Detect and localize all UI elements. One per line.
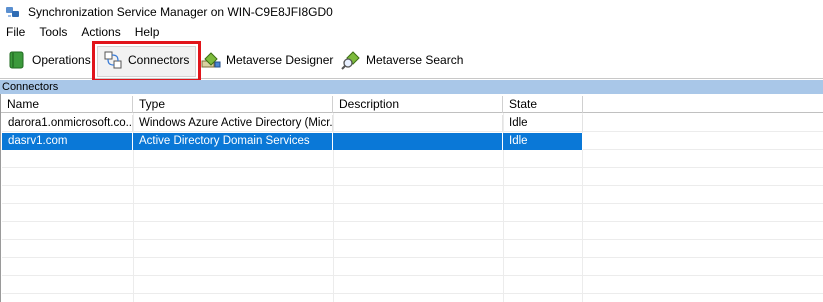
column-header-type[interactable]: Type bbox=[133, 96, 333, 113]
column-header-name[interactable]: Name bbox=[1, 96, 133, 113]
cell-type: Windows Azure Active Directory (Micr... bbox=[133, 115, 333, 132]
metaverse-search-button[interactable]: Metaverse Search bbox=[341, 48, 463, 72]
title-bar: Synchronization Service Manager on WIN-C… bbox=[0, 0, 823, 23]
window-title: Synchronization Service Manager on WIN-C… bbox=[28, 4, 333, 19]
operations-button[interactable]: Operations bbox=[7, 48, 91, 72]
cell-name: dasrv1.com bbox=[2, 133, 133, 150]
cell-description bbox=[333, 115, 503, 132]
menu-help[interactable]: Help bbox=[128, 23, 167, 41]
column-header-description[interactable]: Description bbox=[333, 96, 503, 113]
cell-description bbox=[333, 133, 503, 150]
metaverse-designer-button[interactable]: Metaverse Designer bbox=[201, 48, 333, 72]
connectors-section-header: Connectors bbox=[0, 80, 823, 94]
grid-row-line bbox=[2, 167, 823, 168]
grid-row-line bbox=[2, 185, 823, 186]
cell-state: Idle bbox=[503, 115, 583, 132]
connectors-table: Name Type Description State darora1.onmi… bbox=[0, 94, 823, 302]
cell-type: Active Directory Domain Services bbox=[133, 133, 333, 150]
column-header-state[interactable]: State bbox=[503, 96, 583, 113]
table-row[interactable]: darora1.onmicrosoft.co... Windows Azure … bbox=[2, 115, 583, 132]
metaverse-designer-icon bbox=[201, 52, 221, 68]
cell-state: Idle bbox=[503, 133, 583, 150]
grid-row-line bbox=[2, 293, 823, 294]
grid-row-line bbox=[2, 257, 823, 258]
table-header: Name Type Description State bbox=[1, 96, 823, 113]
menu-actions[interactable]: Actions bbox=[74, 23, 127, 41]
metaverse-search-icon bbox=[341, 51, 360, 70]
grid-row-line bbox=[2, 203, 823, 204]
table-row-selected[interactable]: dasrv1.com Active Directory Domain Servi… bbox=[2, 133, 583, 150]
grid-row-line bbox=[2, 239, 823, 240]
operations-book-icon bbox=[9, 51, 24, 69]
operations-label: Operations bbox=[32, 53, 91, 67]
grid-row-line bbox=[2, 275, 823, 276]
sync-service-app-icon bbox=[6, 6, 19, 17]
grid-row-line bbox=[2, 221, 823, 222]
connectors-highlight-frame bbox=[92, 41, 201, 82]
menu-file[interactable]: File bbox=[0, 23, 32, 41]
menu-bar: File Tools Actions Help bbox=[0, 23, 823, 41]
metaverse-search-label: Metaverse Search bbox=[366, 53, 464, 67]
metaverse-designer-label: Metaverse Designer bbox=[226, 53, 334, 67]
menu-tools[interactable]: Tools bbox=[32, 23, 74, 41]
cell-name: darora1.onmicrosoft.co... bbox=[2, 115, 133, 132]
